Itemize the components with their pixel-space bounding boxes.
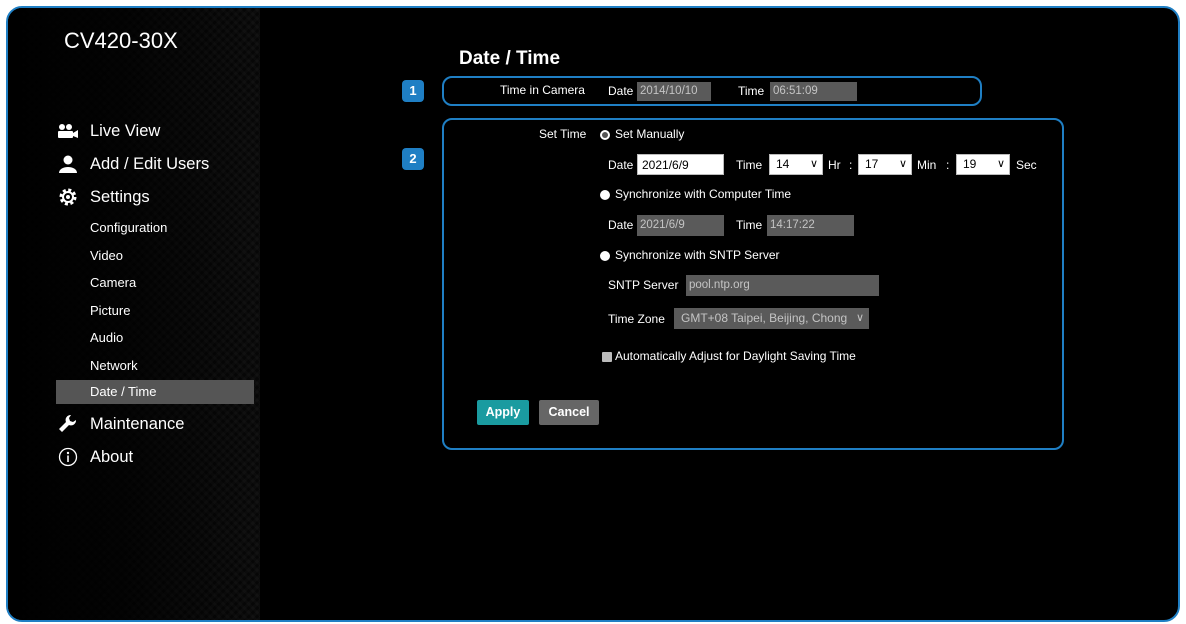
apply-button[interactable]: Apply: [477, 400, 529, 425]
min-label: Min: [917, 158, 937, 172]
hour-select[interactable]: 14 ∨: [769, 154, 823, 175]
camera-date-field: 2014/10/10: [637, 82, 711, 101]
time-separator-1: :: [849, 158, 853, 172]
computer-date-label: Date: [608, 218, 634, 232]
sync-sntp-radio[interactable]: [600, 251, 610, 261]
hour-value: 14: [776, 157, 790, 171]
time-in-camera-label: Time in Camera: [500, 83, 585, 97]
hr-label: Hr: [828, 158, 841, 172]
computer-time-label: Time: [736, 218, 763, 232]
user-icon: [56, 154, 80, 174]
manual-date-input[interactable]: 2021/6/9: [637, 154, 724, 175]
time-separator-2: :: [946, 158, 950, 172]
nav-sub-camera[interactable]: Camera: [56, 271, 254, 295]
nav-live-view-label: Live View: [90, 121, 161, 140]
model-name: CV420-30X: [64, 28, 178, 53]
cancel-button[interactable]: Cancel: [539, 400, 599, 425]
manual-date-label: Date: [608, 158, 634, 172]
set-manually-radio[interactable]: [600, 130, 610, 140]
page-title: Date / Time: [459, 48, 561, 69]
computer-date-field: 2021/6/9: [637, 215, 724, 236]
sidebar: CV420-30X Live View Add / Edit Users Set…: [8, 8, 260, 620]
nav-sub-configuration[interactable]: Configuration: [56, 216, 254, 240]
main-content: Date / Time 1 Time in Camera Date 2014/1…: [260, 8, 1178, 620]
time-zone-select[interactable]: GMT+08 Taipei, Beijing, Chong ∨: [674, 308, 869, 329]
chevron-down-icon: ∨: [996, 158, 1005, 170]
set-manually-label: Set Manually: [615, 127, 685, 141]
nav-settings[interactable]: Settings: [56, 184, 256, 210]
nav-live-view[interactable]: Live View: [56, 118, 256, 144]
nav-sub-date-time[interactable]: Date / Time: [56, 380, 254, 404]
time-zone-value: GMT+08 Taipei, Beijing, Chong: [681, 311, 848, 325]
camera-time-field: 06:51:09: [770, 82, 857, 101]
set-time-box: Set Time Set Manually Date 2021/6/9 Time…: [442, 118, 1064, 450]
sync-computer-label: Synchronize with Computer Time: [615, 187, 792, 201]
second-select[interactable]: 19 ∨: [956, 154, 1010, 175]
nav-about[interactable]: About: [56, 444, 256, 470]
minute-value: 17: [865, 157, 879, 171]
dst-checkbox[interactable]: [602, 352, 612, 362]
sec-label: Sec: [1016, 158, 1037, 172]
set-time-label: Set Time: [539, 127, 587, 141]
camera-people-icon: [56, 121, 80, 141]
sntp-server-label: SNTP Server: [608, 278, 679, 292]
wrench-icon: [56, 414, 80, 434]
nav-about-label: About: [90, 447, 134, 466]
time-zone-label: Time Zone: [608, 312, 665, 326]
dst-label: Automatically Adjust for Daylight Saving…: [615, 349, 856, 363]
nav-sub-video[interactable]: Video: [56, 244, 254, 268]
nav-settings-label: Settings: [90, 187, 150, 206]
chevron-down-icon: ∨: [809, 158, 818, 170]
nav-add-edit-users[interactable]: Add / Edit Users: [56, 151, 256, 177]
gear-icon: [56, 187, 80, 207]
nav-sub-audio[interactable]: Audio: [56, 326, 254, 350]
info-icon: [56, 447, 80, 467]
camera-date-label: Date: [608, 84, 634, 98]
callout-badge-2: 2: [402, 148, 424, 170]
manual-time-label: Time: [736, 158, 763, 172]
sntp-server-input[interactable]: pool.ntp.org: [686, 275, 879, 296]
camera-time-label: Time: [738, 84, 765, 98]
nav-sub-network[interactable]: Network: [56, 354, 254, 378]
nav-sub-picture[interactable]: Picture: [56, 299, 254, 323]
sync-computer-radio[interactable]: [600, 190, 610, 200]
nav-add-edit-users-label: Add / Edit Users: [90, 154, 210, 173]
nav-maintenance[interactable]: Maintenance: [56, 411, 256, 437]
computer-time-field: 14:17:22: [767, 215, 854, 236]
app-window: CV420-30X Live View Add / Edit Users Set…: [6, 6, 1180, 622]
minute-select[interactable]: 17 ∨: [858, 154, 912, 175]
second-value: 19: [963, 157, 977, 171]
callout-badge-1: 1: [402, 80, 424, 102]
camera-time-box: Time in Camera Date 2014/10/10 Time 06:5…: [442, 76, 982, 106]
chevron-down-icon: ∨: [855, 312, 864, 324]
nav-maintenance-label: Maintenance: [90, 414, 185, 433]
sync-sntp-label: Synchronize with SNTP Server: [615, 248, 780, 262]
chevron-down-icon: ∨: [898, 158, 907, 170]
